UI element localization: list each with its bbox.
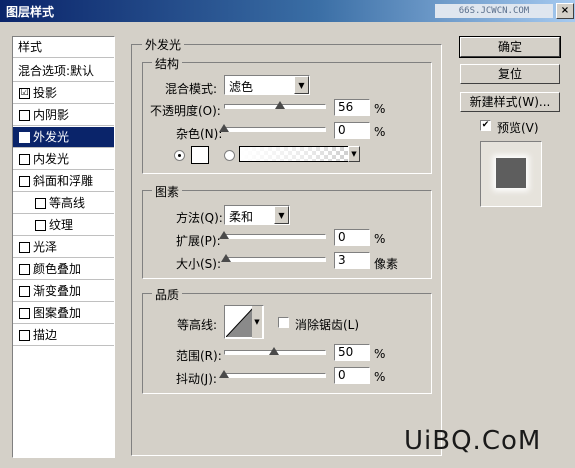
style-list-header[interactable]: 样式 xyxy=(13,37,114,58)
style-item-stroke[interactable]: 描边 xyxy=(13,325,114,346)
checkbox-icon[interactable] xyxy=(35,220,46,231)
jitter-label: 抖动(J): xyxy=(176,372,217,386)
solid-color-radio[interactable] xyxy=(174,150,185,161)
reset-button[interactable]: 复位 xyxy=(460,64,560,84)
spread-slider[interactable] xyxy=(224,234,326,239)
style-item-texture[interactable]: 纹理 xyxy=(13,215,114,236)
glow-color-swatch[interactable] xyxy=(191,146,209,164)
title-bar: 图层样式 66S.JCWCN.COM × xyxy=(0,0,575,22)
new-style-button[interactable]: 新建样式(W)... xyxy=(460,92,560,112)
size-unit: 像素 xyxy=(374,257,399,271)
style-item-outer-glow[interactable]: ☑ 外发光 xyxy=(13,127,114,148)
checkbox-icon[interactable] xyxy=(35,198,46,209)
preview-swatch xyxy=(496,158,526,188)
outer-glow-title: 外发光 xyxy=(142,36,185,53)
style-item-inner-glow[interactable]: 内发光 xyxy=(13,149,114,170)
chevron-down-icon[interactable]: ▼ xyxy=(274,206,289,224)
chevron-down-icon[interactable]: ▼ xyxy=(252,306,262,338)
antialias-checkbox[interactable] xyxy=(278,317,289,328)
jitter-slider[interactable] xyxy=(224,373,326,378)
window-title: 图层样式 xyxy=(6,5,55,19)
size-slider-thumb[interactable] xyxy=(221,254,231,262)
noise-label: 杂色(N): xyxy=(176,127,223,141)
method-dropdown[interactable]: 柔和 ▼ xyxy=(224,205,290,225)
close-button[interactable]: × xyxy=(556,3,574,19)
noise-slider-thumb[interactable] xyxy=(219,124,229,132)
antialias-label: 消除锯齿(L) xyxy=(295,318,360,332)
percent-unit: % xyxy=(374,370,386,384)
style-item-color-overlay[interactable]: 颜色叠加 xyxy=(13,259,114,280)
size-label: 大小(S): xyxy=(176,257,222,271)
spread-input[interactable]: 0 xyxy=(334,229,370,246)
chevron-down-icon[interactable]: ▼ xyxy=(348,146,360,162)
gradient-swatch[interactable] xyxy=(239,146,359,162)
radio-dot-icon xyxy=(178,154,181,157)
watermark-logo: UiBQ.CoM xyxy=(404,426,542,456)
preview-checkbox[interactable]: ✔ xyxy=(480,120,491,131)
preview-label: 预览(V) xyxy=(497,121,539,135)
quality-title: 品质 xyxy=(152,286,183,303)
checkbox-icon[interactable] xyxy=(19,330,30,341)
percent-unit: % xyxy=(374,102,386,116)
noise-slider[interactable] xyxy=(224,127,326,132)
range-slider-thumb[interactable] xyxy=(269,347,279,355)
structure-title: 结构 xyxy=(152,55,183,72)
checkbox-icon[interactable] xyxy=(19,110,30,121)
checkbox-icon[interactable] xyxy=(19,176,30,187)
checkbox-icon[interactable]: ☑ xyxy=(19,88,30,99)
percent-unit: % xyxy=(374,232,386,246)
style-item-inner-shadow[interactable]: 内阴影 xyxy=(13,105,114,126)
chevron-down-icon[interactable]: ▼ xyxy=(294,76,309,94)
size-input[interactable]: 3 xyxy=(334,252,370,269)
checkbox-icon[interactable] xyxy=(19,242,30,253)
checkbox-icon[interactable] xyxy=(19,308,30,319)
size-slider[interactable] xyxy=(224,257,326,262)
jitter-slider-thumb[interactable] xyxy=(219,370,229,378)
contour-picker[interactable]: ▼ xyxy=(224,305,264,339)
checkbox-icon[interactable] xyxy=(19,264,30,275)
style-item-contour[interactable]: 等高线 xyxy=(13,193,114,214)
style-list: 样式 混合选项:默认 ☑ 投影 内阴影 ☑ 外发光 内发光 斜面和浮雕 等高线 xyxy=(12,36,115,458)
range-label: 范围(R): xyxy=(176,349,222,363)
layer-style-dialog: 图层样式 66S.JCWCN.COM × 样式 混合选项:默认 ☑ 投影 内阴影… xyxy=(0,0,575,468)
percent-unit: % xyxy=(374,347,386,361)
style-item-satin[interactable]: 光泽 xyxy=(13,237,114,258)
style-item-gradient-overlay[interactable]: 渐变叠加 xyxy=(13,281,114,302)
percent-unit: % xyxy=(374,125,386,139)
spread-slider-thumb[interactable] xyxy=(219,231,229,239)
blend-mode-dropdown[interactable]: 滤色 ▼ xyxy=(224,75,310,95)
jitter-input[interactable]: 0 xyxy=(334,367,370,384)
noise-input[interactable]: 0 xyxy=(334,122,370,139)
opacity-label: 不透明度(O): xyxy=(150,104,221,118)
spread-label: 扩展(P): xyxy=(176,234,221,248)
gradient-radio[interactable] xyxy=(224,150,235,161)
style-item-drop-shadow[interactable]: ☑ 投影 xyxy=(13,83,114,104)
preview-thumbnail xyxy=(480,141,542,207)
checkbox-icon[interactable]: ☑ xyxy=(19,132,30,143)
ok-button[interactable]: 确定 xyxy=(459,36,561,58)
contour-curve-icon xyxy=(226,307,254,337)
watermark: 66S.JCWCN.COM xyxy=(435,4,553,18)
blend-options-item[interactable]: 混合选项:默认 xyxy=(13,61,114,82)
contour-label: 等高线: xyxy=(177,318,218,332)
checkbox-icon[interactable] xyxy=(19,286,30,297)
range-input[interactable]: 50 xyxy=(334,344,370,361)
style-item-pattern-overlay[interactable]: 图案叠加 xyxy=(13,303,114,324)
style-item-bevel-emboss[interactable]: 斜面和浮雕 xyxy=(13,171,114,192)
elements-title: 图素 xyxy=(152,183,183,200)
opacity-input[interactable]: 56 xyxy=(334,99,370,116)
blend-mode-label: 混合模式: xyxy=(165,82,218,96)
method-label: 方法(Q): xyxy=(176,211,223,225)
opacity-slider-thumb[interactable] xyxy=(275,101,285,109)
checkbox-icon[interactable] xyxy=(19,154,30,165)
